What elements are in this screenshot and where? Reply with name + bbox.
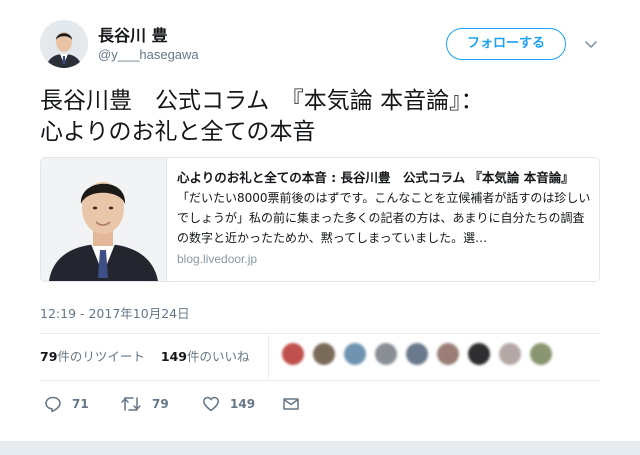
likes-stat-count: 149 (160, 349, 187, 364)
liker-avatar[interactable] (437, 343, 459, 365)
avatar[interactable] (40, 20, 88, 68)
liker-avatar[interactable] (468, 343, 490, 365)
retweet-count: 79 (152, 397, 169, 411)
liker-avatar[interactable] (344, 343, 366, 365)
follow-button[interactable]: フォローする (446, 28, 566, 60)
like-button[interactable]: 149 (202, 392, 255, 416)
page-bottom-bar (0, 441, 640, 455)
reply-icon (44, 395, 62, 413)
liker-avatar[interactable] (406, 343, 428, 365)
card-description: 「だいたい8000票前後のはずです。こんなことを立候補者が話すのは珍しいでしょう… (177, 191, 591, 245)
tweet-text: 長谷川豊 公式コラム 『本気論 本音論』： 心よりのお礼と全ての本音 (40, 88, 484, 145)
stats-separator (268, 335, 269, 379)
liker-avatar[interactable] (375, 343, 397, 365)
heart-icon (202, 395, 220, 413)
retweet-icon (120, 395, 142, 413)
liker-avatar[interactable] (313, 343, 335, 365)
retweets-stat[interactable]: 79件のリツイート (40, 349, 145, 364)
reply-count: 71 (72, 397, 89, 411)
likes-stat[interactable]: 149件のいいね (161, 349, 250, 364)
card-title: 心よりのお礼と全ての本音 : 長谷川豊 公式コラム 『本気論 本音論』 (177, 170, 574, 185)
like-count: 149 (230, 397, 256, 411)
chevron-down-icon[interactable] (583, 36, 599, 52)
divider (40, 380, 600, 381)
tweet-stats: 79件のリツイート 149件のいいね (40, 346, 262, 365)
liker-avatar[interactable] (282, 343, 304, 365)
direct-message-button[interactable] (282, 392, 300, 416)
retweet-button[interactable]: 79 (120, 392, 169, 416)
mail-icon (282, 395, 300, 413)
link-card[interactable]: 心よりのお礼と全ての本音 : 長谷川豊 公式コラム 『本気論 本音論』 「だいた… (40, 157, 600, 282)
tweet-timestamp[interactable]: 12:19 - 2017年10月24日 (40, 303, 190, 322)
user-handle[interactable]: @y___hasegawa (98, 47, 199, 62)
reply-button[interactable]: 71 (44, 392, 89, 416)
likes-stat-label: 件のいいね (187, 349, 250, 364)
retweets-stat-count: 79 (40, 349, 58, 364)
card-domain: blog.livedoor.jp (177, 252, 258, 266)
tweet: 長谷川 豊 @y___hasegawa フォローする 長谷川豊 公式コラム 『本… (0, 0, 640, 455)
divider (40, 333, 600, 334)
retweets-stat-label: 件のリツイート (57, 349, 145, 364)
liker-avatar[interactable] (499, 343, 521, 365)
user-name[interactable]: 長谷川 豊 (98, 22, 168, 46)
liker-avatar[interactable] (530, 343, 552, 365)
card-image (41, 158, 167, 281)
tweet-actions: 71 79 149 (40, 392, 600, 416)
